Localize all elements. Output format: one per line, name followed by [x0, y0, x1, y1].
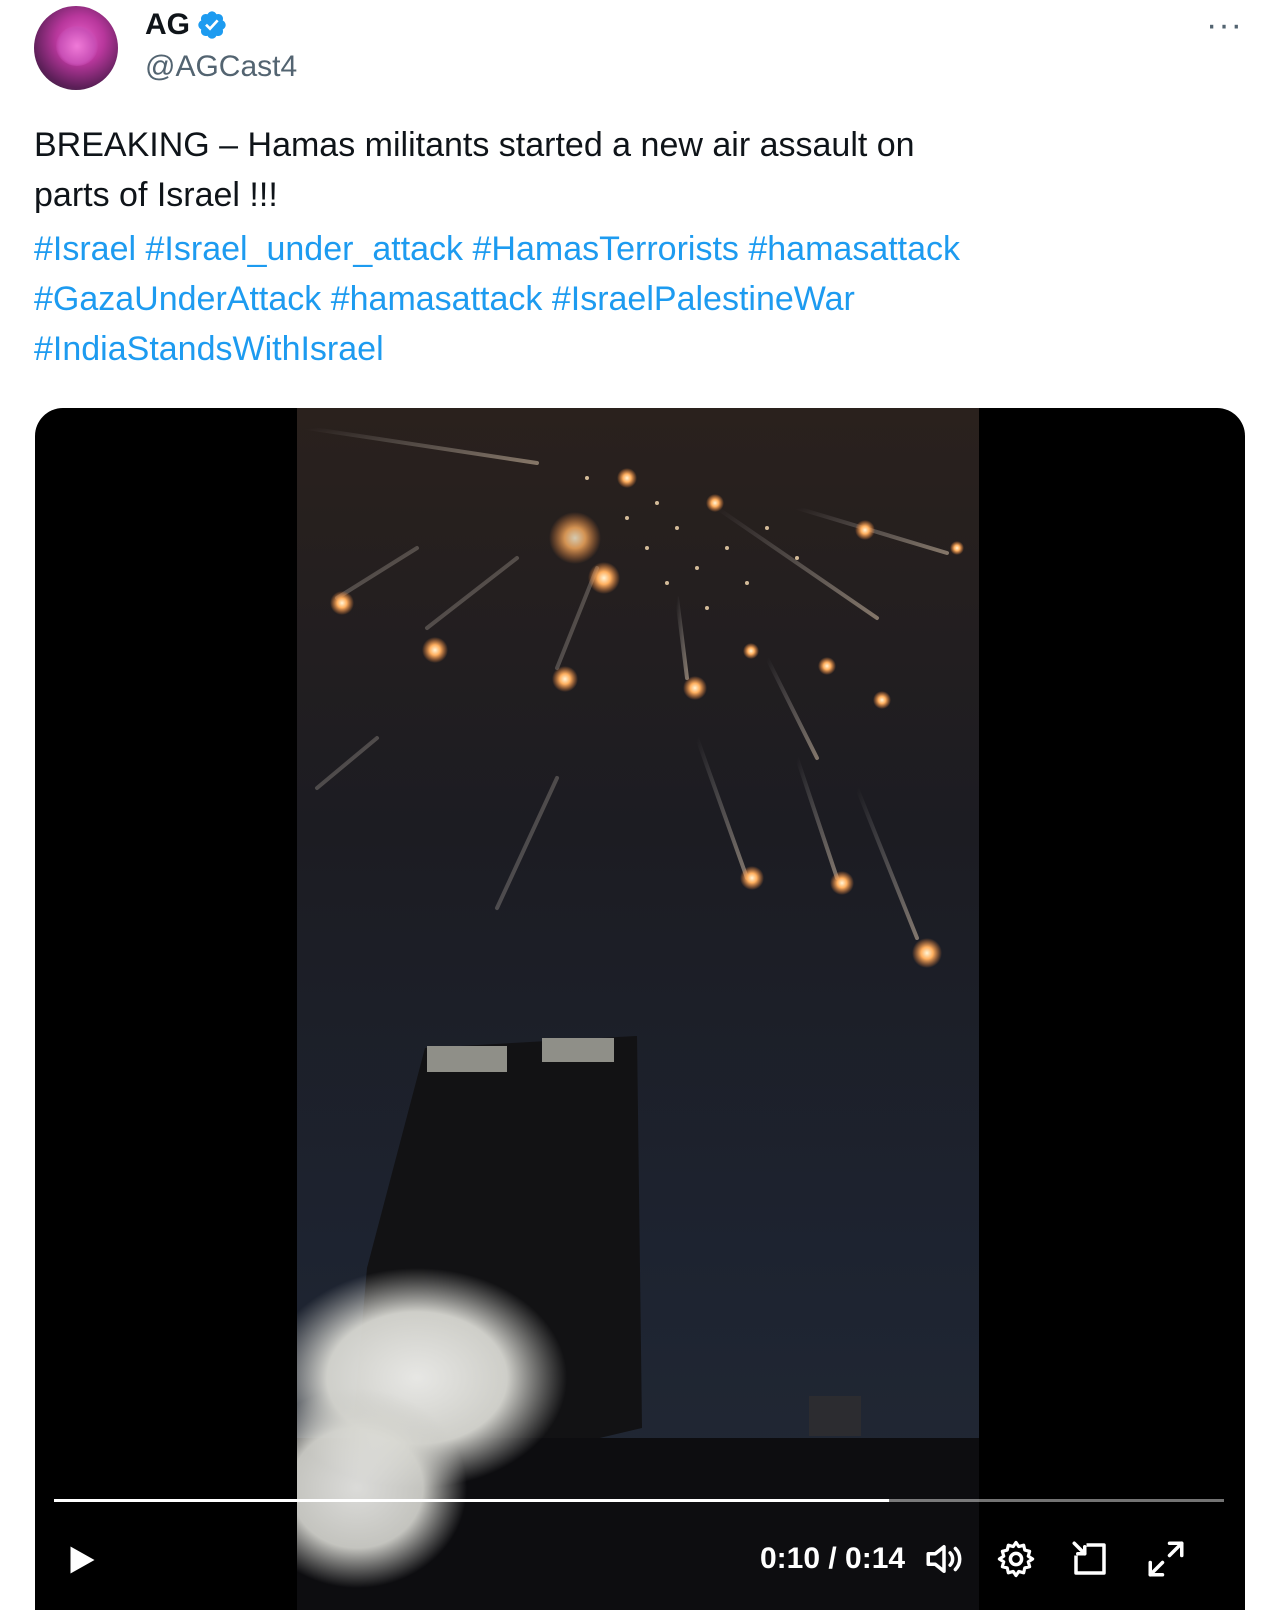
hashtag-link[interactable]: #Israel — [34, 230, 136, 268]
author-name-row[interactable]: AG — [145, 8, 228, 42]
author-handle[interactable]: @AGCast4 — [145, 50, 297, 84]
fullscreen-icon[interactable] — [1145, 1538, 1187, 1580]
time-display: 0:10 / 0:14 — [760, 1542, 906, 1575]
video-scene — [297, 426, 979, 1610]
settings-icon[interactable] — [995, 1538, 1037, 1580]
hashtag-link[interactable]: #hamasattack — [331, 280, 543, 318]
progress-fill — [54, 1499, 890, 1502]
hashtag-link[interactable]: #hamasattack — [748, 230, 960, 268]
volume-icon[interactable] — [923, 1538, 965, 1580]
tweet-text: BREAKING – Hamas militants started a new… — [34, 120, 1194, 220]
verified-badge-icon — [198, 11, 226, 39]
video-controls: 0:10 / 0:14 — [35, 1528, 1245, 1598]
hashtag-row: #IndiaStandsWithIsrael — [34, 324, 1214, 374]
hashtag-link[interactable]: #IsraelPalestineWar — [552, 280, 855, 318]
hashtag-link[interactable]: #GazaUnderAttack — [34, 280, 321, 318]
hashtag-block: #Israel #Israel_under_attack #HamasTerro… — [34, 224, 1214, 374]
tweet-text-line: BREAKING – Hamas militants started a new… — [34, 126, 915, 164]
play-icon[interactable] — [63, 1540, 99, 1580]
hashtag-link[interactable]: #IndiaStandsWithIsrael — [34, 330, 384, 368]
progress-bar[interactable] — [54, 1499, 1224, 1502]
tweet-text-line: parts of Israel !!! — [34, 176, 278, 214]
picture-in-picture-icon[interactable] — [1069, 1538, 1111, 1580]
avatar[interactable] — [34, 6, 118, 90]
author-name[interactable]: AG — [145, 8, 190, 42]
hashtag-row: #GazaUnderAttack #hamasattack #IsraelPal… — [34, 274, 1214, 324]
video-frame[interactable] — [297, 408, 979, 1610]
hashtag-link[interactable]: #Israel_under_attack — [146, 230, 464, 268]
hashtag-link[interactable]: #HamasTerrorists — [473, 230, 739, 268]
video-player[interactable]: 0:10 / 0:14 — [35, 408, 1245, 1610]
more-options-icon[interactable]: ··· — [1206, 6, 1243, 45]
hashtag-row: #Israel #Israel_under_attack #HamasTerro… — [34, 224, 1214, 274]
